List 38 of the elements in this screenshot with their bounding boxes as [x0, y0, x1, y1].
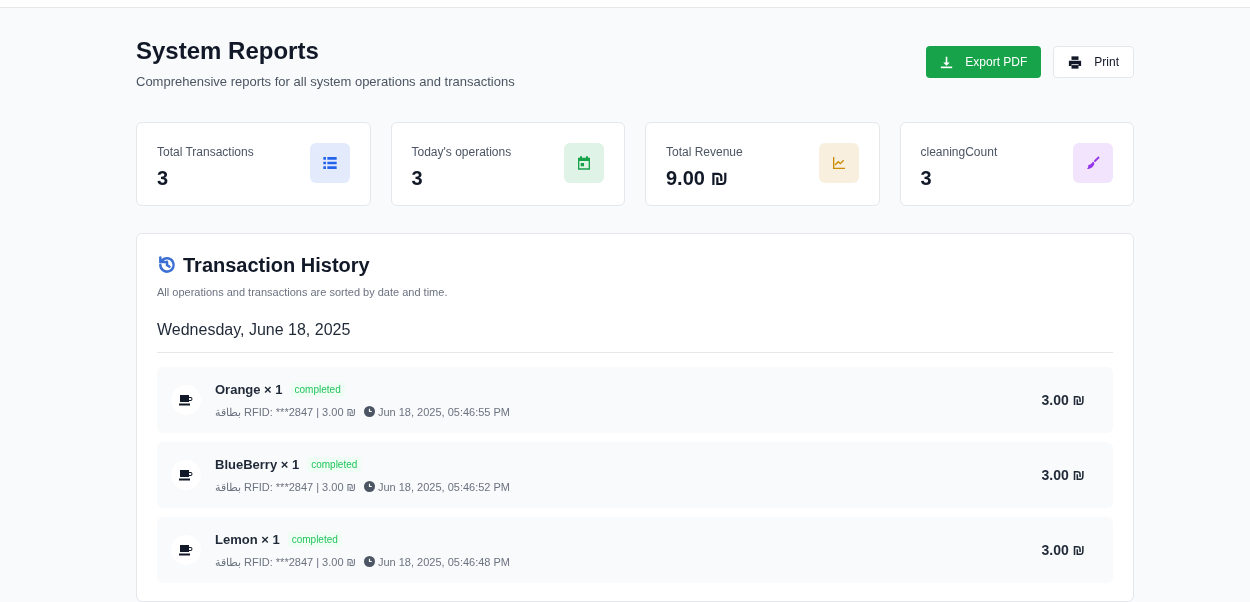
transaction-time: Jun 18, 2025, 05:46:48 PM: [377, 554, 511, 570]
payment-details: بطاقة RFID: ***2847 | 3.00 ₪: [215, 554, 356, 570]
transaction-time: Jun 18, 2025, 05:46:52 PM: [377, 479, 511, 495]
stat-label: Total Transactions: [157, 143, 254, 161]
stat-label: cleaningCount: [920, 143, 998, 161]
stat-label: Today's operations: [411, 143, 512, 161]
status-badge: completed: [307, 457, 362, 473]
page-title: System Reports: [136, 36, 320, 66]
stat-label: Total Revenue: [666, 143, 743, 161]
stat-value: 3: [920, 165, 933, 191]
stat-value: 9.00 ₪: [666, 165, 730, 191]
status-badge: completed: [290, 382, 345, 398]
stat-value: 3: [157, 165, 170, 191]
print-button[interactable]: Print: [1053, 46, 1134, 78]
payment-details: بطاقة RFID: ***2847 | 3.00 ₪: [215, 404, 356, 420]
transaction-amount: 3.00 ₪: [1041, 465, 1085, 485]
clock-icon: [363, 406, 375, 418]
cup-icon: [179, 394, 193, 406]
status-badge: completed: [287, 532, 342, 548]
history-icon: [157, 254, 177, 275]
date-heading: Wednesday, June 18, 2025: [157, 318, 1113, 353]
clock-icon: [363, 556, 375, 568]
payment-details: بطاقة RFID: ***2847 | 3.00 ₪: [215, 479, 356, 495]
stat-value: 3: [411, 165, 424, 191]
cup-icon: [179, 544, 193, 556]
section-subtitle: All operations and transactions are sorted by date and time.: [157, 284, 449, 300]
transaction-time: Jun 18, 2025, 05:46:55 PM: [377, 404, 511, 420]
page-subtitle: Comprehensive reports for all system operations and transactions: [136, 73, 515, 91]
clock-icon: [363, 481, 375, 493]
product-name: Lemon × 1: [215, 531, 280, 549]
product-name: BlueBerry × 1: [215, 456, 300, 474]
section-title: Transaction History: [183, 252, 370, 278]
transaction-amount: 3.00 ₪: [1041, 540, 1085, 560]
printer-icon: [1068, 55, 1083, 69]
product-name: Orange × 1: [215, 381, 283, 399]
cup-icon: [179, 469, 193, 481]
download-icon: [940, 55, 954, 69]
transaction-amount: 3.00 ₪: [1041, 390, 1085, 410]
